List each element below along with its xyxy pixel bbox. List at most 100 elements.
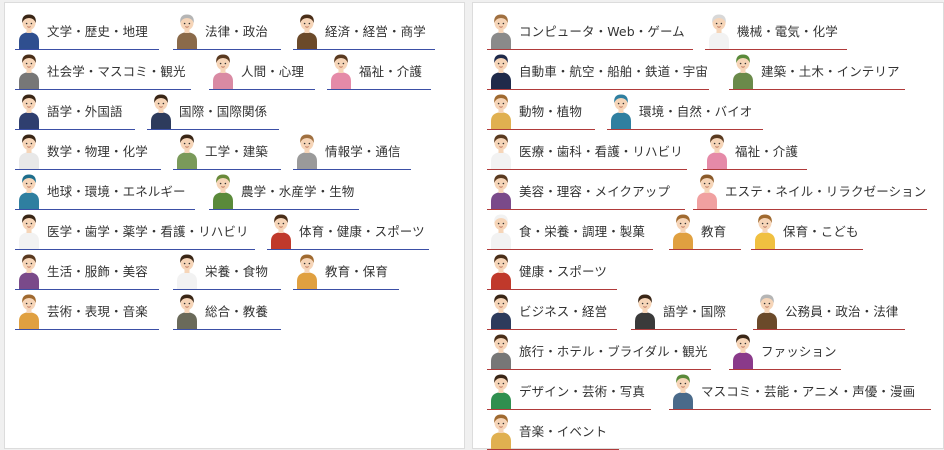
designer-icon	[487, 371, 515, 409]
category-underline	[669, 249, 741, 251]
category-underline	[327, 89, 431, 91]
category-label: 文学・歴史・地理	[47, 21, 148, 40]
category-link-welfare[interactable]: 福祉・介護	[327, 50, 431, 90]
fashion-woman-icon	[729, 331, 757, 369]
category-link-engineering[interactable]: 工学・建築	[173, 130, 281, 170]
caregiver-icon	[703, 131, 731, 169]
category-label: 音楽・イベント	[519, 421, 607, 440]
category-label: 総合・教養	[205, 301, 268, 320]
category-label: 体育・健康・スポーツ	[299, 221, 425, 240]
civil-servant-icon	[753, 291, 781, 329]
chef-icon	[487, 211, 515, 249]
language-speaker-icon	[631, 291, 659, 329]
category-label: 人間・心理	[241, 61, 304, 80]
category-link-education-right[interactable]: 教育	[669, 210, 741, 250]
category-link-mechanical-electrical[interactable]: 機械・電気・化学	[705, 10, 847, 50]
right-category-panel: コンピュータ・Web・ゲーム 機械・電気・化学 自動車・航空・船舶・鉄道・宇宙 …	[472, 2, 944, 449]
category-link-health-sports[interactable]: 健康・スポーツ	[487, 250, 617, 290]
category-label: 健康・スポーツ	[519, 261, 607, 280]
category-link-media-entertainment[interactable]: マスコミ・芸能・アニメ・声優・漫画	[669, 370, 931, 410]
category-label: 美容・理容・メイクアップ	[519, 181, 670, 200]
nurse-icon	[487, 131, 515, 169]
category-label: 生活・服飾・美容	[47, 261, 148, 280]
category-link-arts-music[interactable]: 芸術・表現・音楽	[15, 290, 159, 330]
category-underline	[751, 249, 863, 251]
category-link-medical-nursing[interactable]: 医療・歯科・看護・リハビリ	[487, 130, 687, 170]
category-link-agriculture[interactable]: 農学・水産学・生物	[209, 170, 359, 210]
category-link-sociology[interactable]: 社会学・マスコミ・観光	[15, 50, 191, 90]
category-link-animals-plants[interactable]: 動物・植物	[487, 90, 595, 130]
category-link-fashion[interactable]: ファッション	[729, 330, 841, 370]
category-label: 経済・経営・商学	[325, 21, 426, 40]
student-boy-icon	[15, 11, 43, 49]
woman-heart-icon	[209, 51, 237, 89]
businessman-icon	[293, 11, 321, 49]
environment-worker-icon	[15, 171, 43, 209]
category-link-nutrition[interactable]: 栄養・食物	[173, 250, 281, 290]
category-label: 保育・こども	[783, 221, 859, 240]
caregiver-icon	[327, 51, 355, 89]
category-link-welfare-care[interactable]: 福祉・介護	[703, 130, 807, 170]
nature-worker-icon	[607, 91, 635, 129]
category-link-international[interactable]: 国際・国際関係	[147, 90, 279, 130]
category-link-travel-bridal[interactable]: 旅行・ホテル・ブライダル・観光	[487, 330, 711, 370]
category-label: 自動車・航空・船舶・鉄道・宇宙	[519, 61, 708, 80]
category-link-public-servant[interactable]: 公務員・政治・法律	[753, 290, 905, 330]
category-label: 医学・歯学・薬学・看護・リハビリ	[47, 221, 249, 240]
category-link-informatics[interactable]: 情報学・通信	[293, 130, 411, 170]
singer-icon	[487, 411, 515, 449]
category-link-law[interactable]: 法律・政治	[173, 10, 281, 50]
category-link-esthetics-relaxation[interactable]: エステ・ネイル・リラクゼーション	[693, 170, 927, 210]
category-label: 栄養・食物	[205, 261, 268, 280]
category-label: エステ・ネイル・リラクゼーション	[725, 181, 926, 200]
category-underline	[293, 289, 399, 291]
reporter-icon	[15, 51, 43, 89]
lab-worker-icon	[705, 11, 733, 49]
construction-worker-icon	[729, 51, 757, 89]
category-label: 医療・歯科・看護・リハビリ	[519, 141, 683, 160]
programmer-icon	[487, 11, 515, 49]
category-link-food-cooking[interactable]: 食・栄養・調理・製菓	[487, 210, 653, 250]
business-phone-icon	[487, 291, 515, 329]
category-link-environment-bio[interactable]: 環境・自然・バイオ	[607, 90, 763, 130]
category-label: 公務員・政治・法律	[785, 301, 898, 320]
category-label: マスコミ・芸能・アニメ・声優・漫画	[701, 381, 915, 400]
category-link-liberal-arts[interactable]: 総合・教養	[173, 290, 281, 330]
category-label: 動物・植物	[519, 101, 582, 120]
category-link-beauty-makeup[interactable]: 美容・理容・メイクアップ	[487, 170, 685, 210]
category-label: 法律・政治	[205, 21, 268, 40]
left-category-panel: 文学・歴史・地理 法律・政治 経済・経営・商学 社会学・マスコミ・観光 人間・心…	[4, 2, 465, 449]
category-link-earth-environment[interactable]: 地球・環境・エネルギー	[15, 170, 195, 210]
category-link-language-international[interactable]: 語学・国際	[631, 290, 737, 330]
category-link-music-events[interactable]: 音楽・イベント	[487, 410, 619, 450]
category-link-computer-web-games[interactable]: コンピュータ・Web・ゲーム	[487, 10, 693, 50]
category-underline	[669, 409, 931, 411]
category-label: 福祉・介護	[359, 61, 422, 80]
category-link-psychology[interactable]: 人間・心理	[209, 50, 315, 90]
category-label: 食・栄養・調理・製菓	[519, 221, 645, 240]
fashion-woman-icon	[15, 251, 43, 289]
category-link-linguistics[interactable]: 語学・外国語	[15, 90, 135, 130]
category-label: 社会学・マスコミ・観光	[47, 61, 186, 80]
category-label: 語学・国際	[663, 301, 726, 320]
category-label: 芸術・表現・音楽	[47, 301, 148, 320]
category-link-design-photo[interactable]: デザイン・芸術・写真	[487, 370, 651, 410]
category-link-childcare[interactable]: 保育・こども	[751, 210, 863, 250]
category-link-business-management[interactable]: ビジネス・経営	[487, 290, 617, 330]
category-link-physical-education[interactable]: 体育・健康・スポーツ	[267, 210, 429, 250]
teacher-icon	[293, 251, 321, 289]
category-label: 地球・環境・エネルギー	[47, 181, 186, 200]
category-label: 環境・自然・バイオ	[639, 101, 752, 120]
category-link-literature[interactable]: 文学・歴史・地理	[15, 10, 159, 50]
category-link-math-science[interactable]: 数学・物理・化学	[15, 130, 161, 170]
category-link-transportation[interactable]: 自動車・航空・船舶・鉄道・宇宙	[487, 50, 709, 90]
category-label: 農学・水産学・生物	[241, 181, 354, 200]
category-link-education[interactable]: 教育・保育	[293, 250, 399, 290]
category-link-construction-interior[interactable]: 建築・土木・インテリア	[729, 50, 905, 90]
category-link-economics[interactable]: 経済・経営・商学	[293, 10, 435, 50]
category-link-medicine[interactable]: 医学・歯学・薬学・看護・リハビリ	[15, 210, 255, 250]
category-label: コンピュータ・Web・ゲーム	[519, 21, 685, 40]
animal-caretaker-icon	[487, 91, 515, 129]
category-link-lifestyle-fashion[interactable]: 生活・服飾・美容	[15, 250, 159, 290]
category-label: 旅行・ホテル・ブライダル・観光	[519, 341, 708, 360]
